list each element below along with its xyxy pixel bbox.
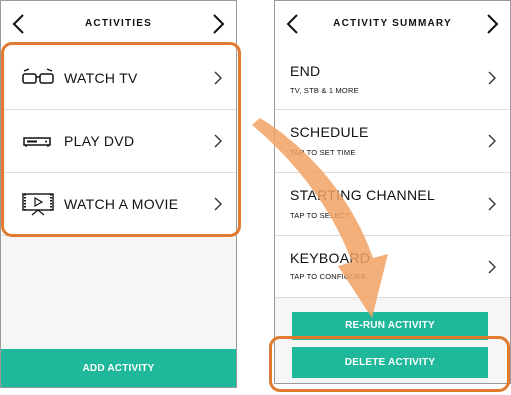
flow-arrow-icon <box>252 118 388 318</box>
